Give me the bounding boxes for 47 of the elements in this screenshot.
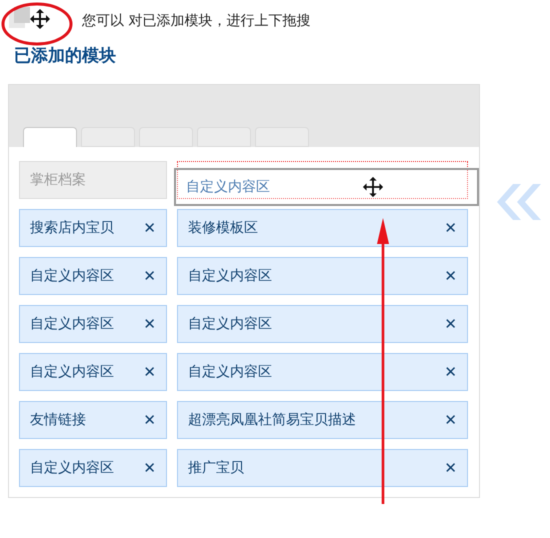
module-label: 掌柜档案 (30, 171, 86, 189)
module-item[interactable]: 自定义内容区 ✕ (177, 305, 468, 343)
remove-button[interactable]: ✕ (143, 411, 156, 429)
module-item[interactable]: 友情链接 ✕ (19, 401, 167, 439)
remove-button[interactable]: ✕ (444, 267, 457, 285)
section-heading: 已添加的模块 (14, 45, 117, 67)
remove-button[interactable]: ✕ (143, 315, 156, 333)
module-label: 搜索店内宝贝 (30, 219, 114, 237)
module-label: 自定义内容区 (30, 459, 114, 477)
instruction-text: 您可以 对已添加模块，进行上下拖搜 (82, 12, 310, 30)
module-label: 自定义内容区 (30, 363, 114, 381)
module-label: 自定义内容区 (30, 267, 114, 285)
remove-button[interactable]: ✕ (143, 267, 156, 285)
module-label: 自定义内容区 (186, 178, 270, 196)
remove-button[interactable]: ✕ (143, 363, 156, 381)
tab[interactable] (81, 127, 135, 147)
module-label: 友情链接 (30, 411, 86, 429)
module-label: 自定义内容区 (188, 267, 272, 285)
module-item[interactable]: 装修模板区 ✕ (177, 209, 468, 247)
module-label: 推广宝贝 (188, 459, 244, 477)
module-label: 装修模板区 (188, 219, 258, 237)
remove-button[interactable]: ✕ (444, 219, 457, 237)
module-item[interactable]: 自定义内容区 ✕ (19, 449, 167, 487)
remove-button[interactable]: ✕ (444, 411, 457, 429)
module-item[interactable]: 自定义内容区 ✕ (177, 257, 468, 295)
remove-button[interactable]: ✕ (143, 459, 156, 477)
module-label: 自定义内容区 (30, 315, 114, 333)
tab[interactable] (23, 127, 77, 147)
tab[interactable] (197, 127, 251, 147)
module-item[interactable]: 自定义内容区 ✕ (19, 257, 167, 295)
remove-button[interactable]: ✕ (444, 315, 457, 333)
dragged-module[interactable]: 自定义内容区 (174, 168, 479, 206)
module-item[interactable]: 超漂亮凤凰社简易宝贝描述 ✕ (177, 401, 468, 439)
tab[interactable] (139, 127, 193, 147)
tab[interactable] (255, 127, 309, 147)
remove-button[interactable]: ✕ (143, 219, 156, 237)
remove-button[interactable]: ✕ (444, 459, 457, 477)
move-cursor-icon (362, 176, 384, 198)
module-label: 超漂亮凤凰社简易宝贝描述 (188, 411, 356, 429)
module-item[interactable]: 推广宝贝 ✕ (177, 449, 468, 487)
module-item[interactable]: 自定义内容区 ✕ (19, 305, 167, 343)
module-item[interactable]: 自定义内容区 ✕ (19, 353, 167, 391)
module-item[interactable]: 自定义内容区 ✕ (177, 353, 468, 391)
module-label: 自定义内容区 (188, 363, 272, 381)
remove-button[interactable]: ✕ (444, 363, 457, 381)
module-item[interactable]: 搜索店内宝贝 ✕ (19, 209, 167, 247)
module-label: 自定义内容区 (188, 315, 272, 333)
